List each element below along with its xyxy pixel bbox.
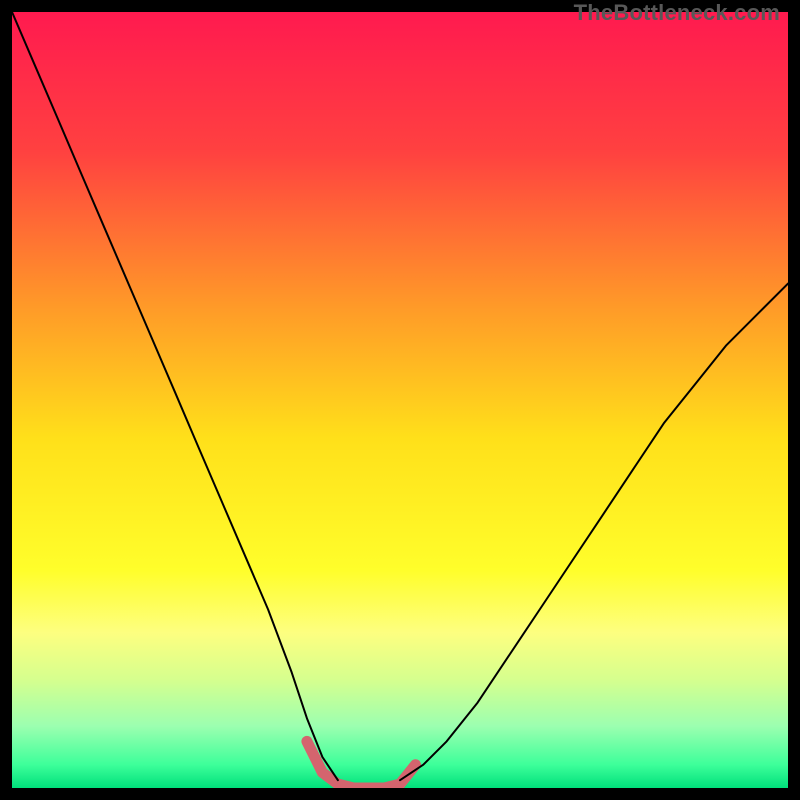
chart-svg: [12, 12, 788, 788]
chart-frame: TheBottleneck.com: [0, 0, 800, 800]
gradient-background: [12, 12, 788, 788]
watermark-text: TheBottleneck.com: [574, 0, 780, 26]
plot-area: [12, 12, 788, 788]
